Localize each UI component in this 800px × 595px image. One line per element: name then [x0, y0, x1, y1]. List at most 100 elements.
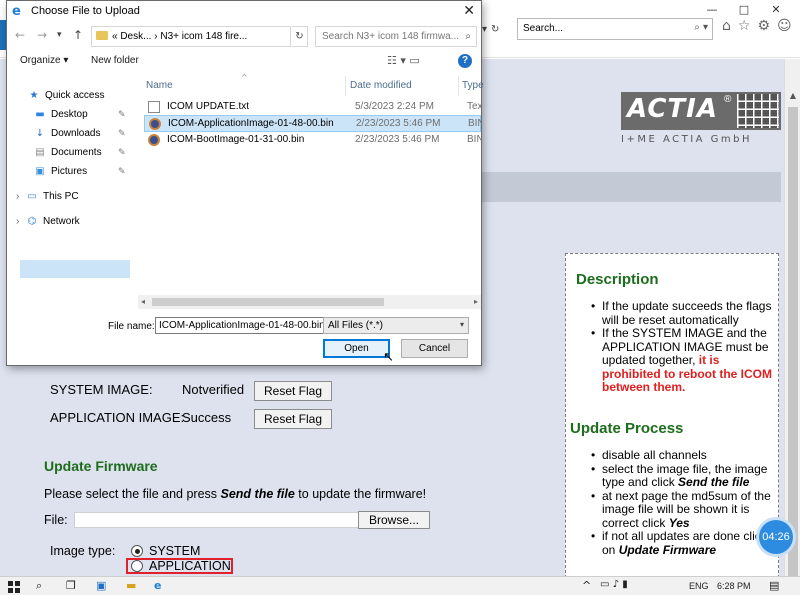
file-type-filter[interactable]: All Files (*.*) ▾ — [323, 317, 469, 334]
mouse-cursor-icon: ↖ — [383, 350, 394, 365]
page-scrollbar[interactable]: ▲ — [784, 59, 800, 577]
dialog-command-bar: Organize ▾ New folder ☷ ▾ ▭ ? — [7, 52, 481, 72]
file-row-selected[interactable]: ICOM-ApplicationImage-01-48-00.bin 2/23/… — [144, 115, 482, 132]
browser-search-input[interactable]: Search... ⌕ ▾ — [517, 18, 713, 40]
scroll-up-icon[interactable]: ▲ — [785, 91, 800, 105]
start-button[interactable] — [8, 581, 20, 593]
page-scroll-thumb[interactable] — [788, 107, 798, 577]
update-firmware-instructions: Please select the file and press Send th… — [44, 487, 427, 501]
file-path-input[interactable] — [74, 512, 360, 528]
open-button[interactable]: Open — [323, 339, 390, 358]
clock[interactable]: 6:28 PM — [717, 581, 751, 591]
breadcrumb[interactable]: « Desk... › N3+ icom 148 fire... ▾ — [91, 26, 291, 47]
file-row[interactable]: ICOM-BootImage-01-31-00.bin 2/23/2023 5:… — [144, 132, 481, 149]
forward-arrow-icon[interactable]: → — [37, 28, 47, 42]
sort-ascending-icon: ^ — [241, 73, 248, 82]
actia-logo-box: ACTIA ® — [621, 92, 781, 130]
radio-system[interactable] — [131, 545, 143, 557]
browser-minimize-button[interactable]: — — [702, 2, 722, 18]
nav-item-documents[interactable]: ▤ Documents — [34, 147, 101, 158]
description-title: Description — [576, 271, 659, 288]
dialog-search-placeholder: Search N3+ icom 148 firmwa... — [322, 31, 459, 42]
reset-system-flag-button[interactable]: Reset Flag — [254, 381, 332, 401]
taskbar-search-icon[interactable]: ⌕ — [36, 579, 42, 593]
logo-tagline: I+ME ACTIA GmbH — [621, 134, 753, 145]
network-icon: ⌬ — [27, 216, 37, 227]
nav-item-pictures[interactable]: ▣ Pictures — [34, 166, 87, 177]
update-process-list: disable all channels select the image fi… — [591, 448, 774, 557]
taskbar-app-icon[interactable]: ▣ — [96, 579, 106, 592]
nav-item-network[interactable]: ⌬ Network — [26, 216, 80, 227]
nav-item-quick-access[interactable]: ★ Quick access — [28, 90, 105, 101]
back-arrow-icon[interactable]: ← — [15, 28, 25, 42]
settings-icon[interactable]: ⚙ — [757, 18, 770, 34]
search-icon[interactable]: ⌕ ▾ — [694, 22, 708, 33]
up-folder-icon[interactable]: ↑ — [73, 28, 83, 42]
dialog-search-input[interactable]: Search N3+ icom 148 firmwa... ⌕ — [315, 26, 477, 47]
refresh-icon[interactable]: ↻ — [491, 24, 499, 35]
language-indicator[interactable]: ENG — [689, 581, 709, 591]
file-explorer-icon[interactable]: ▬ — [126, 579, 136, 592]
dialog-refresh-icon[interactable]: ↻ — [292, 26, 308, 47]
process-step: disable all channels — [591, 448, 774, 463]
browser-close-button[interactable]: ✕ — [766, 2, 786, 18]
file-row[interactable]: ICOM UPDATE.txt 5/3/2023 2:24 PM Text Do… — [144, 99, 481, 116]
hscroll-thumb[interactable] — [152, 298, 384, 306]
computer-icon: ▭ — [27, 191, 37, 202]
column-header-type[interactable]: Type — [462, 80, 484, 91]
bin-file-icon — [148, 134, 160, 146]
nav-item-desktop[interactable]: ▬ Desktop — [34, 109, 87, 120]
view-options-icon[interactable]: ☷ ▾ ▭ — [387, 54, 420, 67]
dialog-nav-row: ← → ▾ ↑ « Desk... › N3+ icom 148 fire...… — [7, 25, 481, 49]
nav-item-this-pc[interactable]: ▭ This PC — [26, 191, 78, 202]
recent-locations-icon[interactable]: ▾ — [57, 30, 62, 40]
internet-explorer-icon[interactable]: e — [154, 579, 161, 592]
tray-icons[interactable]: ▭ ♪ ▮ — [600, 579, 628, 590]
update-process-title: Update Process — [570, 420, 684, 437]
system-image-label: SYSTEM IMAGE: — [50, 382, 153, 397]
file-list-hscrollbar[interactable]: ◂ ▸ — [138, 295, 481, 309]
expand-arrow-icon[interactable]: › — [16, 216, 19, 227]
pictures-icon: ▣ — [35, 166, 45, 177]
column-header-date[interactable]: Date modified — [350, 80, 412, 91]
organize-button[interactable]: Organize ▾ — [20, 55, 68, 66]
chevron-down-icon: ▾ — [459, 320, 464, 329]
file-type-filter-value: All Files (*.*) — [328, 320, 384, 331]
column-divider[interactable] — [345, 76, 346, 96]
column-divider[interactable] — [458, 76, 459, 96]
column-header-name[interactable]: Name — [146, 80, 173, 91]
scroll-left-icon[interactable]: ◂ — [141, 295, 145, 309]
downloads-icon: ↓ — [35, 128, 45, 139]
expand-arrow-icon[interactable]: › — [16, 191, 19, 202]
home-icon[interactable]: ⌂ — [722, 18, 731, 34]
feedback-smiley-icon[interactable]: ☺ — [777, 18, 792, 34]
file-list-pane: ^ Name Date modified Type ICOM UPDATE.tx… — [138, 73, 484, 304]
dialog-search-icon: ⌕ — [465, 31, 471, 42]
description-panel: Description If the update succeeds the f… — [565, 253, 779, 578]
address-bar-tail: ▾ ↻ — [482, 18, 510, 40]
breadcrumb-path: « Desk... › N3+ icom 148 fire... — [112, 31, 248, 42]
bin-file-icon — [149, 118, 161, 130]
page-header-band — [476, 172, 781, 202]
scroll-right-icon[interactable]: ▸ — [474, 295, 478, 309]
new-folder-button[interactable]: New folder — [91, 55, 139, 66]
cancel-button[interactable]: Cancel — [401, 339, 468, 358]
nav-item-downloads[interactable]: ↓ Downloads — [34, 128, 101, 139]
dialog-title: Choose File to Upload — [31, 5, 140, 17]
favorites-icon[interactable]: ☆ — [738, 18, 751, 34]
browse-button[interactable]: Browse... — [358, 511, 430, 529]
browser-toolbar-icons: ⌂ ☆ ⚙ ☺ — [722, 18, 792, 34]
desktop-icon: ▬ — [35, 109, 45, 120]
browser-maximize-button[interactable]: □ — [734, 2, 754, 18]
dialog-close-icon[interactable]: ✕ — [463, 3, 475, 19]
notifications-icon[interactable]: ▤ — [769, 579, 779, 592]
file-name-input[interactable]: ICOM-ApplicationImage-01-48-00.bin — [155, 317, 329, 334]
tray-overflow-icon[interactable]: ^ — [582, 579, 591, 592]
task-view-icon[interactable]: ❐ — [66, 579, 76, 592]
address-dropdown-icon[interactable]: ▾ — [482, 24, 487, 35]
help-icon[interactable]: ? — [458, 54, 472, 68]
timer-badge[interactable]: 04:26 — [759, 520, 793, 554]
nav-selection-highlight — [20, 260, 130, 278]
dialog-title-bar: e Choose File to Upload ✕ — [7, 1, 481, 23]
reset-application-flag-button[interactable]: Reset Flag — [254, 409, 332, 429]
